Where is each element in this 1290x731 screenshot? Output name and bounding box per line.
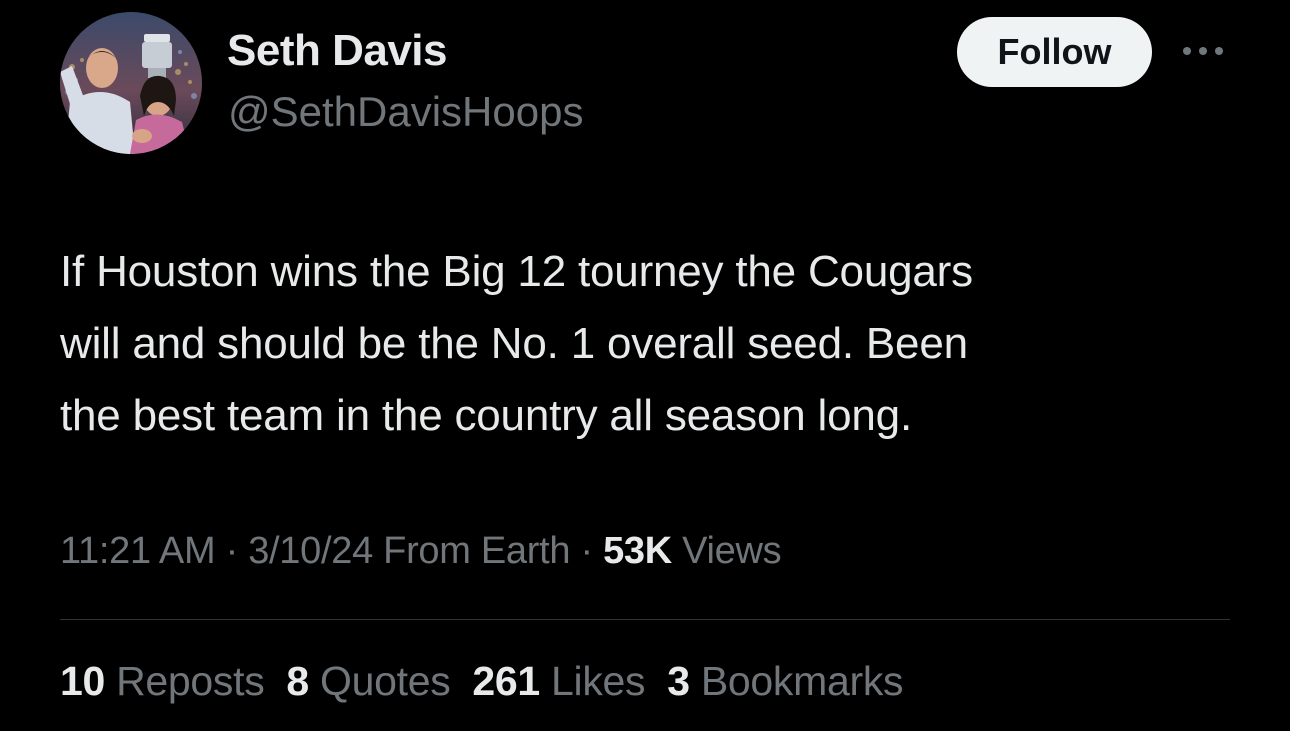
tweet-meta: 11:21 AM · 3/10/24 From Earth · 53K View… [60, 530, 782, 573]
tweet-text-line: will and should be the No. 1 overall see… [60, 319, 968, 368]
tweet-detail: Seth Davis @SethDavisHoops Follow If Hou… [0, 0, 1290, 731]
bookmarks-label: Bookmarks [689, 658, 904, 704]
divider [60, 619, 1230, 620]
follow-button[interactable]: Follow [957, 17, 1152, 87]
engagement-stats: 10 Reposts 8 Quotes 261 Likes 3 Bookmarks [60, 658, 925, 705]
bookmarks-count: 3 [667, 658, 690, 704]
avatar[interactable] [60, 12, 202, 154]
more-horizontal-icon[interactable] [1180, 38, 1226, 64]
reposts-label: Reposts [105, 658, 265, 704]
tweet-time[interactable]: 11:21 AM [60, 530, 216, 572]
likes-label: Likes [539, 658, 646, 704]
likes-count: 261 [472, 658, 540, 704]
likes-stat[interactable]: 261 Likes [472, 658, 645, 705]
quotes-stat[interactable]: 8 Quotes [286, 658, 450, 705]
meta-separator: · [215, 530, 249, 572]
reposts-stat[interactable]: 10 Reposts [60, 658, 265, 705]
bookmarks-stat[interactable]: 3 Bookmarks [667, 658, 903, 705]
tweet-location: From Earth [372, 530, 571, 572]
tweet-text-line: the best team in the country all season … [60, 391, 912, 440]
avatar-photo [60, 12, 202, 154]
quotes-count: 8 [286, 658, 309, 704]
tweet-text: If Houston wins the Big 12 tourney the C… [60, 236, 1240, 452]
views-count: 53K [603, 530, 672, 572]
meta-separator: · [570, 530, 604, 572]
views-label: Views [671, 530, 782, 572]
tweet-text-line: If Houston wins the Big 12 tourney the C… [60, 247, 973, 296]
author-handle[interactable]: @SethDavisHoops [228, 88, 583, 136]
quotes-label: Quotes [308, 658, 451, 704]
tweet-date[interactable]: 3/10/24 [248, 530, 373, 572]
reposts-count: 10 [60, 658, 106, 704]
author-name[interactable]: Seth Davis [227, 26, 447, 76]
